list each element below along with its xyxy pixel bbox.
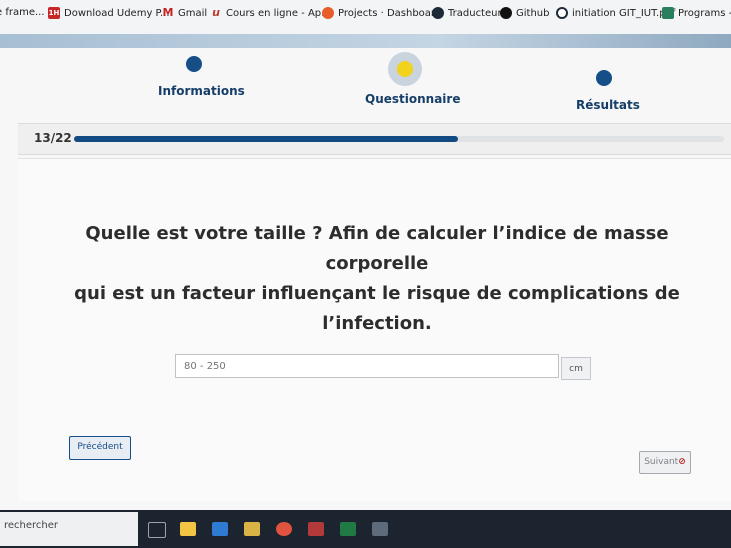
step-questionnaire-label[interactable]: Questionnaire [365, 92, 460, 106]
bookmark-pdf[interactable]: initiation GIT_IUT.pdf [556, 7, 675, 19]
unit-label: cm [561, 357, 591, 380]
not-allowed-icon: ⊘ [678, 457, 686, 467]
previous-button[interactable]: Précédent [69, 436, 131, 460]
windows-taskbar: rechercher [0, 510, 731, 548]
mail-icon[interactable] [212, 522, 228, 536]
github-icon [500, 7, 512, 19]
step-resultats-label[interactable]: Résultats [576, 98, 640, 112]
file-explorer-icon[interactable] [180, 522, 196, 536]
active-step-indicator [397, 61, 413, 77]
bookmarks-bar: e frame... 1H Download Udemy P... M Gmai… [0, 0, 731, 35]
bookmark-github[interactable]: Github [500, 7, 549, 19]
step-informations-dot [186, 56, 202, 72]
gitlab-icon [322, 7, 334, 19]
progress-section: 13/22 [18, 123, 731, 155]
globe-icon [556, 7, 568, 19]
progress-bar-fill [74, 136, 459, 142]
bookmark-gitlab[interactable]: Projects · Dashboar... [322, 7, 444, 19]
excel-icon[interactable] [340, 522, 356, 536]
step-informations-label[interactable]: Informations [158, 84, 245, 98]
taskbar-search[interactable]: rechercher [0, 512, 138, 546]
height-input[interactable] [175, 354, 559, 378]
bookmark-frame[interactable]: e frame... [0, 7, 45, 18]
bookmark-traducteur[interactable]: Traducteur [432, 7, 502, 19]
task-view-icon[interactable] [148, 522, 166, 538]
gmail-icon: M [162, 6, 174, 19]
udemy-icon: 1H [48, 7, 60, 19]
step-resultats-dot [596, 70, 612, 86]
translator-icon [432, 7, 444, 19]
app-icon[interactable] [308, 522, 324, 536]
bookmark-udemy[interactable]: 1H Download Udemy P... [48, 7, 170, 19]
step-questionnaire-dot [388, 52, 422, 86]
chrome-icon[interactable] [276, 522, 292, 536]
next-button[interactable]: Suivant⊘ [639, 451, 691, 474]
question-card: Quelle est votre taille ? Afin de calcul… [18, 158, 731, 501]
app-icon-2[interactable] [372, 522, 388, 536]
progress-count: 13/22 [34, 131, 72, 145]
bookmark-cours[interactable]: u Cours en ligne - Ap... [210, 7, 331, 19]
site-header-banner [0, 34, 731, 48]
question-text: Quelle est votre taille ? Afin de calcul… [74, 223, 680, 334]
programs-icon [662, 7, 674, 19]
progress-track [74, 136, 724, 142]
folder-icon[interactable] [244, 522, 260, 536]
bookmark-gmail[interactable]: M Gmail [162, 6, 208, 19]
course-icon: u [212, 6, 220, 19]
bookmark-programs[interactable]: Programs - Ut [662, 7, 731, 19]
